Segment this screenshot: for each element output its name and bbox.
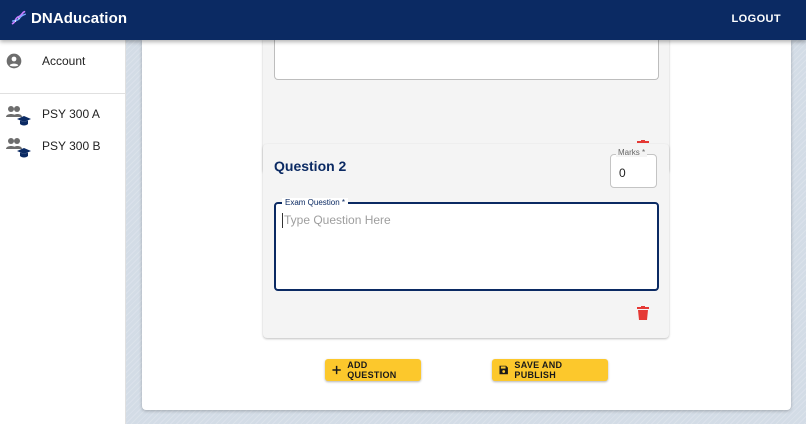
- question-card-2: Question 2 Marks * 0 Exam Question * Typ…: [263, 144, 669, 338]
- account-circle-icon: [6, 53, 22, 69]
- class-group-icon: [6, 106, 31, 126]
- question-title: Question 2: [274, 158, 347, 174]
- sidebar-item-psy-300-a[interactable]: PSY 300 A: [0, 100, 125, 128]
- question-1-input[interactable]: [274, 36, 659, 80]
- sidebar-item-label: Account: [42, 54, 86, 68]
- logout-button[interactable]: LOGOUT: [732, 13, 781, 25]
- exam-question-field[interactable]: Exam Question * Type Question Here: [274, 198, 659, 291]
- sidebar-item-label: PSY 300 A: [42, 107, 100, 121]
- exam-question-placeholder: Type Question Here: [282, 213, 391, 228]
- marks-label: Marks *: [616, 148, 648, 157]
- dna-logo-icon: [11, 10, 26, 25]
- sidebar-item-label: PSY 300 B: [42, 139, 101, 153]
- save-icon: [499, 365, 508, 375]
- app-title: DNAducation: [31, 10, 128, 27]
- sidebar: Account PSY 300 A PSY 300 B: [0, 40, 126, 424]
- brand[interactable]: DNAducation: [10, 10, 127, 27]
- marks-value: 0: [619, 166, 626, 180]
- sidebar-item-psy-300-b[interactable]: PSY 300 B: [0, 132, 125, 160]
- exam-question-label: Exam Question *: [282, 198, 349, 208]
- sidebar-divider: [0, 93, 125, 94]
- save-and-publish-button[interactable]: SAVE AND PUBLISH: [492, 359, 608, 381]
- exam-editor-card: Question 2 Marks * 0 Exam Question * Typ…: [142, 36, 791, 410]
- app-bar: DNAducation LOGOUT: [0, 0, 806, 40]
- plus-icon: [332, 365, 341, 375]
- add-question-label: ADD QUESTION: [347, 360, 397, 380]
- sidebar-item-account[interactable]: Account: [0, 47, 125, 75]
- add-question-button[interactable]: ADD QUESTION: [325, 359, 421, 381]
- class-group-icon: [6, 138, 31, 158]
- save-and-publish-label: SAVE AND PUBLISH: [514, 360, 563, 380]
- marks-input[interactable]: Marks * 0: [610, 148, 657, 188]
- delete-question-2-icon[interactable]: [637, 306, 649, 320]
